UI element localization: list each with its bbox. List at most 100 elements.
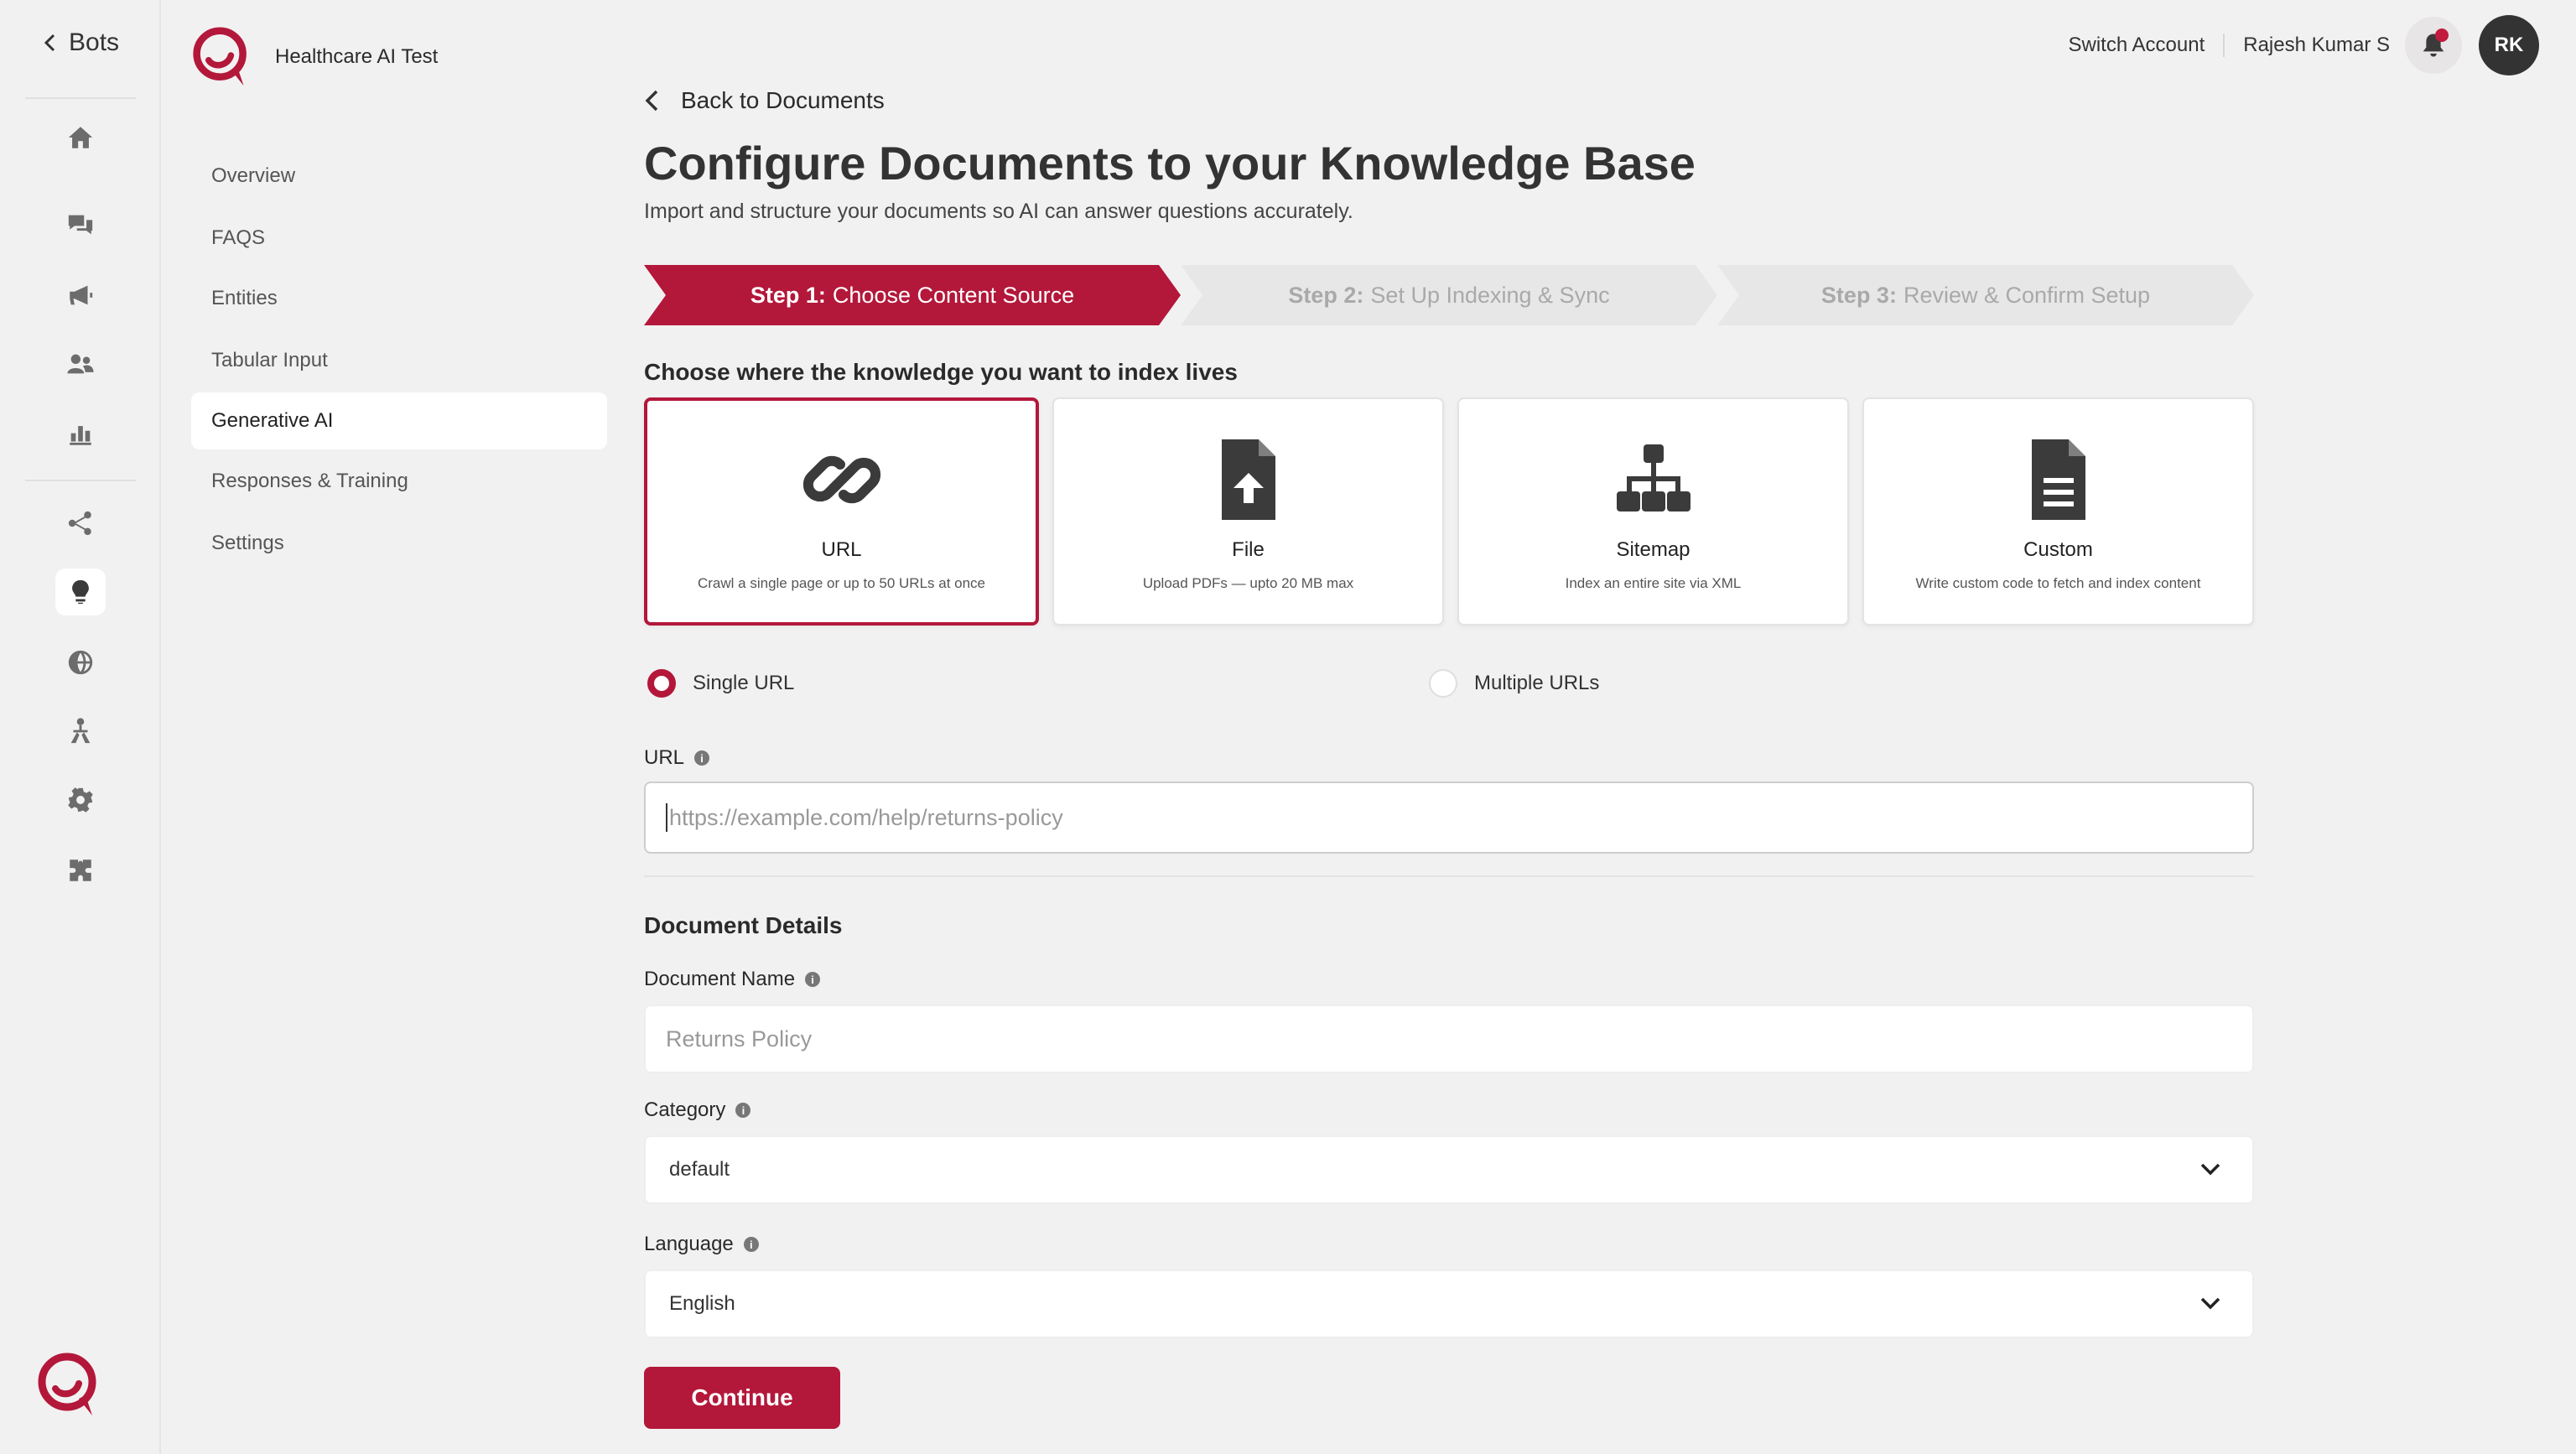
step-3[interactable]: Step 3: Review & Confirm Setup (1717, 265, 2254, 325)
top-bar: Switch Account Rajesh Kumar S RK (2069, 15, 2539, 75)
source-card-desc: Crawl a single page or up to 50 URLs at … (697, 575, 986, 591)
chat-icon (68, 215, 93, 235)
avatar[interactable]: RK (2479, 15, 2539, 75)
source-card-title: Sitemap (1616, 538, 1690, 561)
source-card-file[interactable]: File Upload PDFs — upto 20 MB max (1052, 397, 1444, 626)
step-2[interactable]: Step 2: Set Up Indexing & Sync (1181, 265, 1717, 325)
notification-dot (2435, 29, 2449, 42)
rail-integrations[interactable] (55, 847, 106, 894)
continue-button[interactable]: Continue (644, 1367, 840, 1429)
rail-web[interactable] (55, 639, 106, 686)
url-input[interactable]: https://example.com/help/returns-policy (644, 782, 2254, 854)
brand-logo-icon (38, 1353, 96, 1415)
url-label: URL i (644, 746, 710, 770)
info-icon[interactable]: i (743, 1237, 759, 1252)
step-1-label: Choose Content Source (832, 282, 1075, 308)
rail-conversations[interactable] (55, 201, 106, 248)
source-card-title: File (1232, 538, 1265, 561)
info-icon[interactable]: i (735, 1103, 751, 1118)
back-to-bots-label: Bots (69, 29, 120, 56)
source-card-title: URL (821, 538, 862, 561)
source-card-url[interactable]: URL Crawl a single page or up to 50 URLs… (644, 397, 1039, 626)
info-icon[interactable]: i (694, 750, 710, 766)
chevron-left-icon (44, 34, 55, 52)
step-3-label: Review & Confirm Setup (1903, 282, 2151, 308)
back-to-bots-link[interactable]: Bots (42, 29, 119, 57)
workspace-header: Healthcare AI Test (191, 25, 438, 89)
source-card-custom[interactable]: Custom Write custom code to fetch and in… (1862, 397, 2254, 626)
step-3-prefix: Step 3: (1820, 282, 1897, 308)
category-label: Category i (644, 1098, 751, 1122)
document-name-placeholder: Returns Policy (666, 1026, 813, 1052)
section-divider (644, 875, 2254, 877)
rail-home[interactable] (55, 114, 106, 161)
url-input-placeholder: https://example.com/help/returns-policy (669, 804, 1063, 830)
notifications-button[interactable] (2405, 17, 2462, 74)
rail-analytics[interactable] (55, 411, 106, 458)
nav-item-faqs[interactable]: FAQS (191, 210, 607, 267)
chevron-left-icon (645, 90, 658, 112)
radio-button-checked[interactable] (647, 669, 676, 698)
rail-flows[interactable] (55, 500, 106, 547)
source-card-desc: Index an entire site via XML (1565, 575, 1742, 591)
icon-rail: Bots (0, 0, 161, 1454)
flow-icon (68, 511, 91, 536)
mode-multiple-urls-label: Multiple URLs (1474, 672, 1600, 694)
megaphone-icon (70, 285, 93, 305)
rail-settings[interactable] (55, 776, 106, 823)
link-icon (802, 455, 880, 504)
document-name-input[interactable]: Returns Policy (644, 1005, 2254, 1073)
language-label: Language i (644, 1233, 759, 1256)
source-cards: URL Crawl a single page or up to 50 URLs… (644, 397, 2254, 626)
source-card-title: Custom (2023, 538, 2093, 561)
language-value: English (669, 1292, 735, 1315)
page-title: Configure Documents to your Knowledge Ba… (644, 137, 1696, 190)
mode-multiple-urls[interactable]: Multiple URLs (1429, 669, 1599, 698)
bulb-icon (72, 579, 89, 605)
file-upload-icon (1221, 439, 1275, 520)
workspace-name: Healthcare AI Test (275, 45, 439, 68)
url-label-text: URL (644, 746, 685, 769)
language-label-text: Language (644, 1233, 734, 1255)
nav-item-overview[interactable]: Overview (191, 148, 607, 205)
nav-item-responses-training[interactable]: Responses & Training (191, 453, 607, 510)
rail-hierarchy[interactable] (55, 708, 106, 755)
globe-icon (68, 650, 93, 675)
document-icon (2031, 439, 2085, 520)
language-select[interactable]: English (644, 1270, 2254, 1338)
chevron-down-icon (2200, 1297, 2220, 1310)
back-to-documents-link[interactable]: Back to Documents (644, 87, 885, 114)
category-select[interactable]: default (644, 1135, 2254, 1204)
info-icon[interactable]: i (805, 972, 821, 987)
gear-icon (68, 787, 93, 813)
source-card-desc: Upload PDFs — upto 20 MB max (1142, 575, 1354, 591)
step-1-prefix: Step 1: (750, 282, 826, 308)
switch-account-link[interactable]: Switch Account (2069, 34, 2225, 57)
source-card-sitemap[interactable]: Sitemap Index an entire site via XML (1457, 397, 1849, 626)
rail-users[interactable] (55, 340, 106, 387)
user-name: Rajesh Kumar S (2243, 34, 2390, 56)
mode-single-url[interactable]: Single URL (647, 669, 794, 698)
rail-divider (25, 480, 136, 481)
category-value: default (669, 1158, 730, 1181)
secondary-nav: Healthcare AI Test Overview FAQS Entitie… (161, 0, 639, 1454)
radio-button-unchecked[interactable] (1429, 669, 1457, 698)
rail-broadcast[interactable] (55, 272, 106, 319)
step-1[interactable]: Step 1: Choose Content Source (644, 265, 1181, 325)
rail-generative-ai[interactable] (55, 569, 106, 615)
nav-item-entities[interactable]: Entities (191, 270, 607, 327)
nav-item-generative-ai[interactable]: Generative AI (191, 392, 607, 449)
back-to-documents-label: Back to Documents (681, 87, 885, 113)
stepper: Step 1: Choose Content Source Step 2: Se… (644, 265, 2254, 325)
category-label-text: Category (644, 1098, 726, 1121)
puzzle-icon (70, 859, 91, 881)
document-name-label-text: Document Name (644, 968, 796, 990)
source-heading: Choose where the knowledge you want to i… (644, 359, 1238, 385)
home-icon (68, 127, 93, 148)
nav-item-settings[interactable]: Settings (191, 515, 607, 572)
bar-chart-icon (70, 426, 91, 445)
org-chart-icon (70, 718, 91, 744)
rail-divider (25, 97, 136, 99)
nav-item-tabular-input[interactable]: Tabular Input (191, 332, 607, 389)
document-details-heading: Document Details (644, 912, 843, 938)
